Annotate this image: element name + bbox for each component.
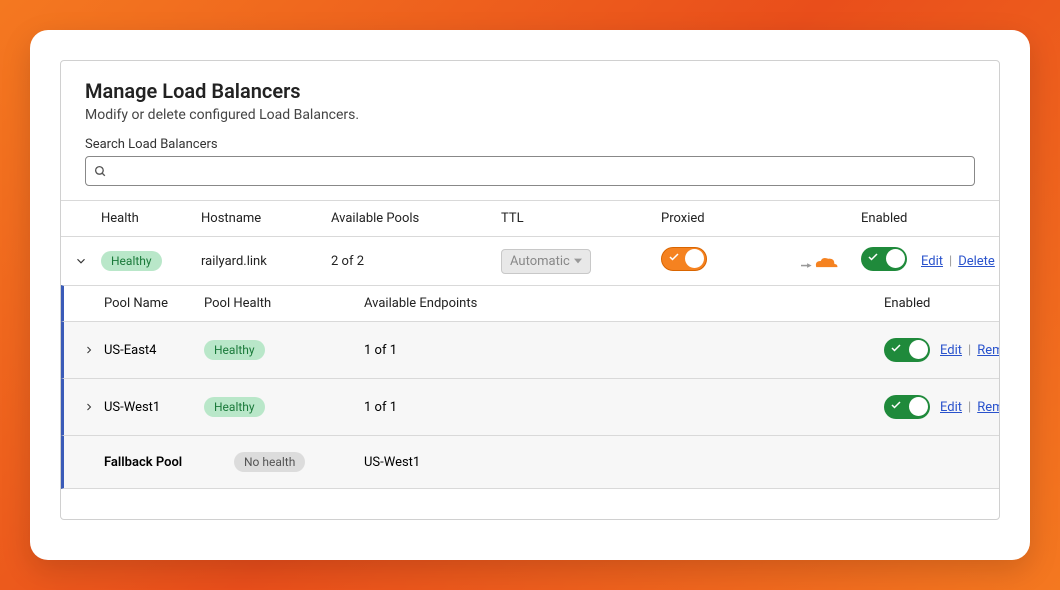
search-label: Search Load Balancers <box>85 137 975 152</box>
panel-title: Manage Load Balancers <box>85 79 975 103</box>
col-enabled-sub: Enabled <box>884 296 999 311</box>
panel-header: Manage Load Balancers Modify or delete c… <box>61 61 999 200</box>
fallback-label: Fallback Pool <box>104 455 234 470</box>
panel-subtitle: Modify or delete configured Load Balance… <box>85 107 975 123</box>
cloudflare-icon <box>801 251 861 271</box>
expand-toggle[interactable] <box>61 254 101 268</box>
lb-row: Healthy railyard.link 2 of 2 Automatic <box>61 236 999 285</box>
available-pools-value: 2 of 2 <box>331 254 501 269</box>
pool-actions: Edit | Remove <box>940 343 1000 358</box>
pool-row: US-East4 Healthy 1 of 1 Edit | Remove <box>61 321 999 378</box>
caret-down-icon <box>574 257 582 265</box>
col-available-pools: Available Pools <box>331 211 501 226</box>
col-ttl: TTL <box>501 211 661 226</box>
chevron-right-icon <box>83 401 95 413</box>
search-icon <box>94 165 107 178</box>
edit-link[interactable]: Edit <box>940 400 962 415</box>
edit-link[interactable]: Edit <box>921 254 943 269</box>
pool-enabled-toggle[interactable] <box>884 338 930 362</box>
search-box[interactable] <box>85 156 975 186</box>
manage-panel: Manage Load Balancers Modify or delete c… <box>60 60 1000 520</box>
pool-actions: Edit | Remove <box>940 400 1000 415</box>
col-proxied: Proxied <box>661 211 801 226</box>
hostname-value: railyard.link <box>201 254 331 269</box>
remove-link[interactable]: Remove <box>977 343 1000 358</box>
pool-row: US-West1 Healthy 1 of 1 Edit | Remove <box>61 378 999 435</box>
pool-sub-header: Pool Name Pool Health Available Endpoint… <box>61 285 999 321</box>
pool-health-badge: Healthy <box>204 397 265 417</box>
col-enabled: Enabled <box>861 211 921 226</box>
pool-name: US-West1 <box>104 400 204 415</box>
pool-endpoints: 1 of 1 <box>364 343 884 358</box>
expand-toggle[interactable] <box>74 344 104 356</box>
proxied-toggle[interactable] <box>661 247 707 271</box>
check-icon <box>867 251 879 263</box>
delete-link[interactable]: Delete <box>958 254 995 269</box>
remove-link[interactable]: Remove <box>977 400 1000 415</box>
enabled-toggle[interactable] <box>861 247 907 271</box>
fallback-pool-name: US-West1 <box>364 455 884 470</box>
pool-enabled-toggle[interactable] <box>884 395 930 419</box>
check-icon <box>668 251 680 263</box>
col-health: Health <box>101 211 201 226</box>
pool-health-badge: Healthy <box>204 340 265 360</box>
check-icon <box>890 342 902 354</box>
check-icon <box>890 399 902 411</box>
ttl-select[interactable]: Automatic <box>501 249 591 274</box>
col-hostname: Hostname <box>201 211 331 226</box>
expand-toggle[interactable] <box>74 401 104 413</box>
fallback-row: Fallback Pool No health US-West1 <box>61 435 999 489</box>
lb-actions: Edit | Delete <box>921 254 999 269</box>
ttl-value: Automatic <box>510 254 570 269</box>
search-input[interactable] <box>113 164 966 179</box>
pool-endpoints: 1 of 1 <box>364 400 884 415</box>
fallback-health-badge: No health <box>234 452 305 472</box>
col-pool-health: Pool Health <box>204 296 364 311</box>
pool-name: US-East4 <box>104 343 204 358</box>
health-badge: Healthy <box>101 251 162 271</box>
lb-table-header: Health Hostname Available Pools TTL Prox… <box>61 200 999 236</box>
chevron-down-icon <box>74 254 88 268</box>
app-card: Manage Load Balancers Modify or delete c… <box>30 30 1030 560</box>
col-available-endpoints: Available Endpoints <box>364 296 884 311</box>
chevron-right-icon <box>83 344 95 356</box>
edit-link[interactable]: Edit <box>940 343 962 358</box>
col-pool-name: Pool Name <box>104 296 204 311</box>
